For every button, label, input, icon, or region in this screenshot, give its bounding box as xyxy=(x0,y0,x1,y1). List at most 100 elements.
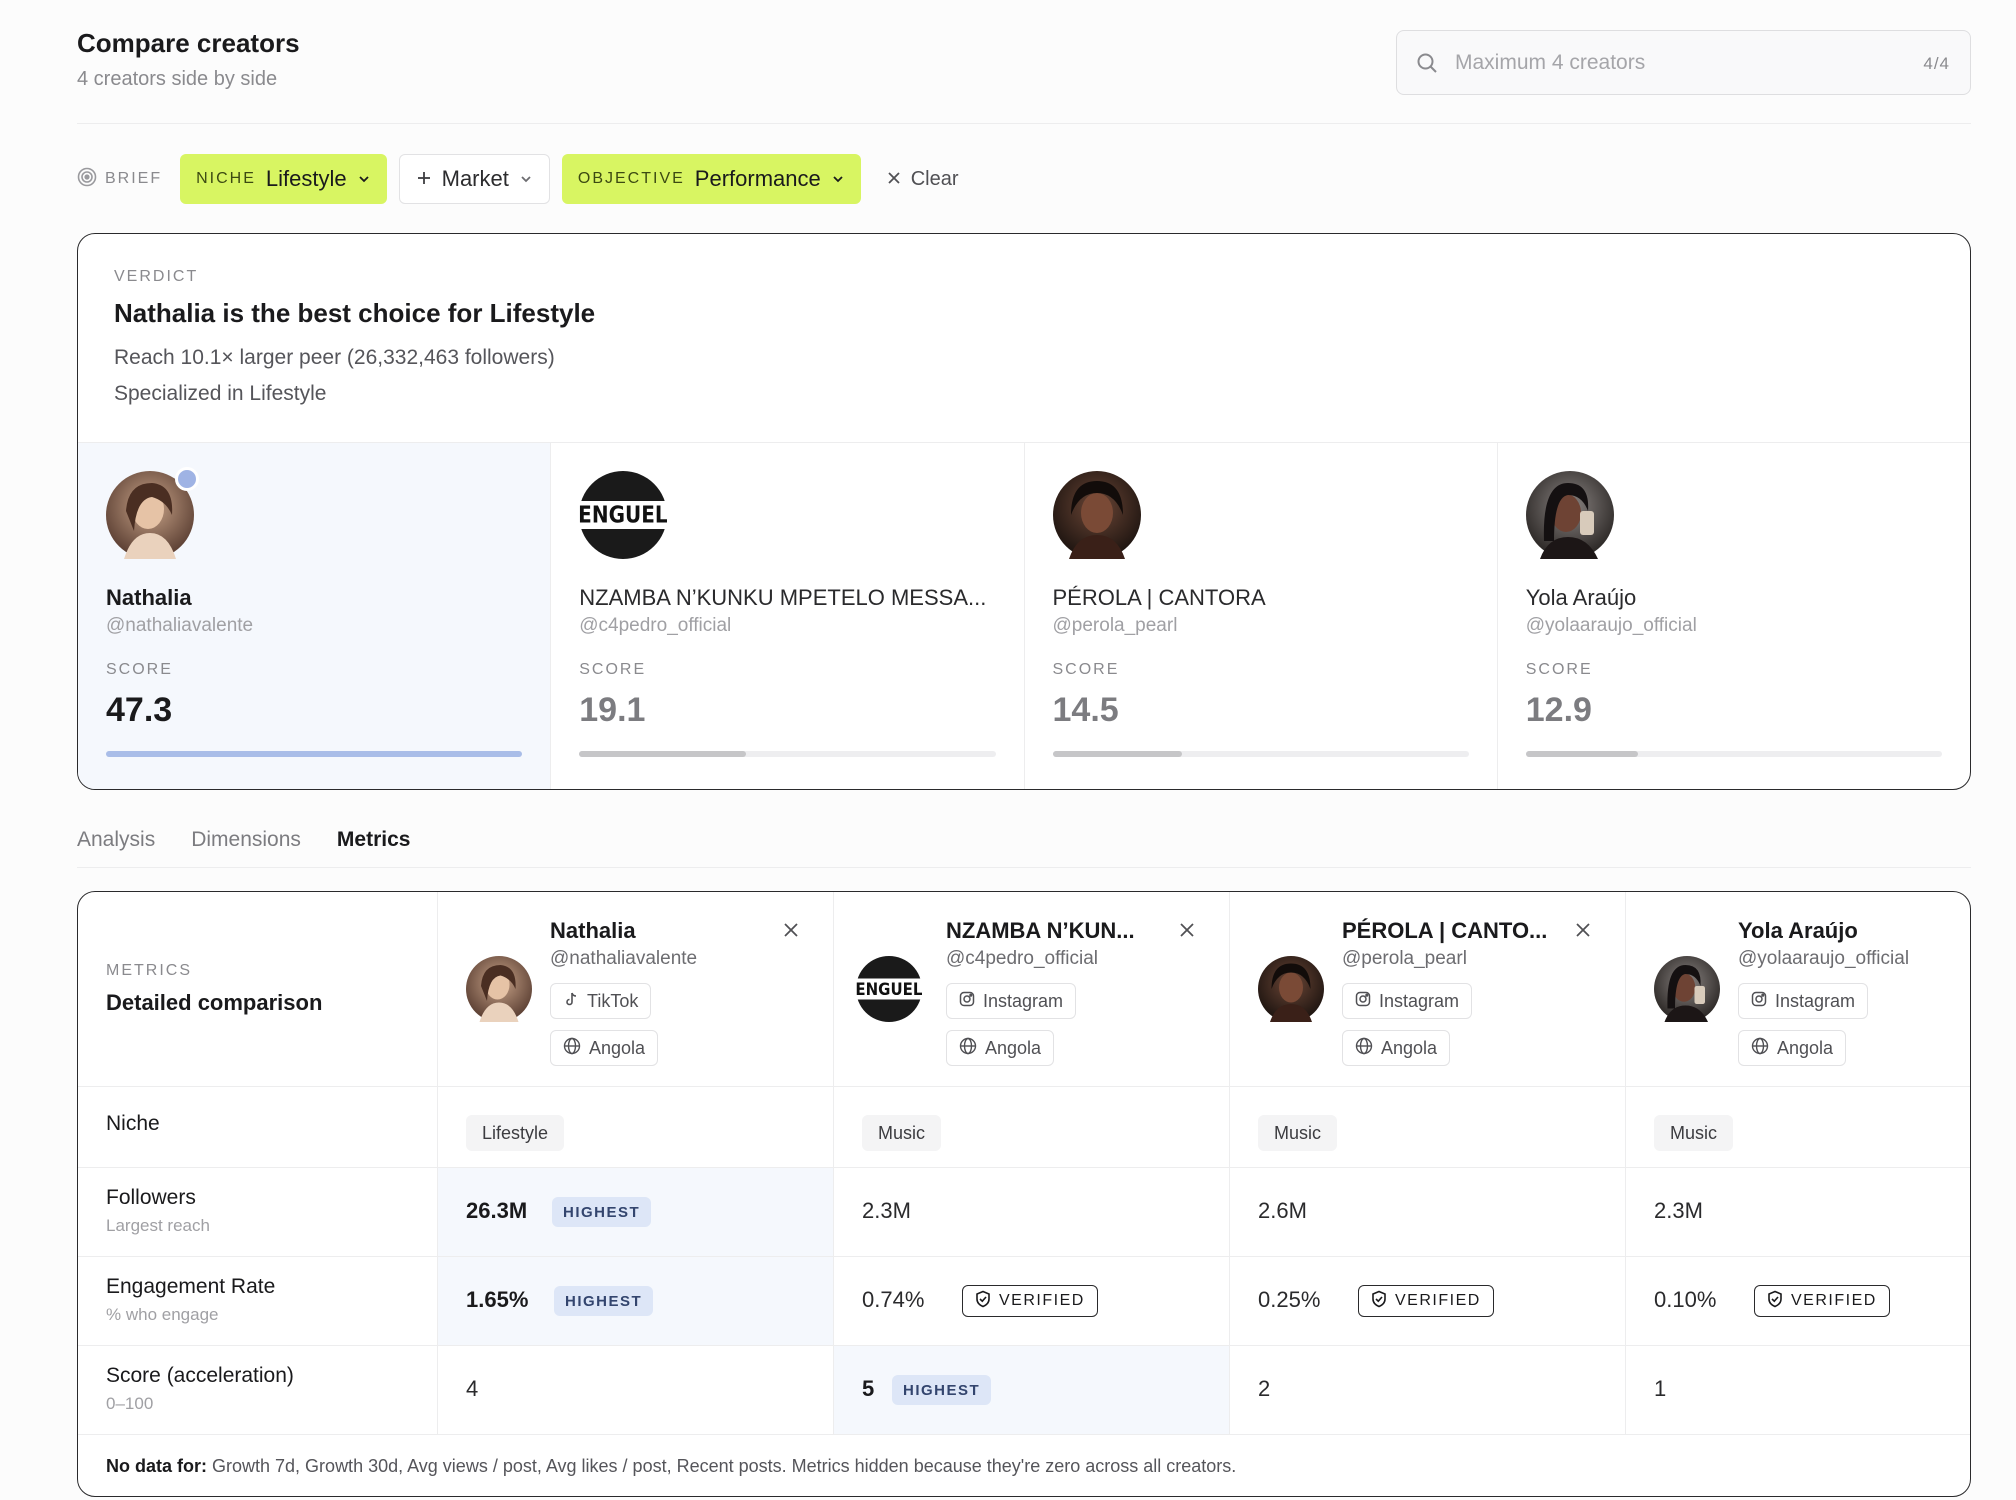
creator-score-card[interactable]: Yola Araújo @yolaaraujo_official SCORE 1… xyxy=(1498,443,1970,789)
creator-search-input[interactable]: Maximum 4 creators 4/4 xyxy=(1396,30,1971,95)
tab-analysis[interactable]: Analysis xyxy=(77,818,155,867)
highest-badge: HIGHEST xyxy=(552,1197,652,1227)
svg-text:BENGUELA: BENGUELA xyxy=(579,502,667,529)
creator-score: 19.1 xyxy=(579,691,646,729)
platform-pill: Instagram xyxy=(946,983,1077,1019)
tab-dimensions[interactable]: Dimensions xyxy=(191,818,301,867)
globe-icon xyxy=(1751,1037,1769,1060)
clear-filters-button[interactable]: Clear xyxy=(887,168,959,191)
remove-creator-button[interactable] xyxy=(1179,922,1195,943)
remove-creator-button[interactable] xyxy=(1575,922,1591,943)
table-row: Followers Largest reach 26.3M HIGHEST 2.… xyxy=(78,1168,1970,1257)
metric-value: 2 xyxy=(1258,1376,1271,1401)
close-icon xyxy=(1575,923,1591,942)
verdict-headline: Nathalia is the best choice for Lifestyl… xyxy=(114,298,596,328)
platform-pill: Instagram xyxy=(1738,983,1869,1019)
country-pill: Angola xyxy=(550,1030,659,1066)
niche-tag: Music xyxy=(1654,1115,1734,1151)
search-count: 4/4 xyxy=(1923,54,1950,73)
niche-tag: Music xyxy=(1258,1115,1338,1151)
creator-score: 47.3 xyxy=(106,691,173,729)
creator-column-header: BENGUELA NZAMBA N’KUN... @c4pedro_offici… xyxy=(834,892,1230,1086)
verified-badge: VERIFIED xyxy=(962,1285,1098,1317)
instagram-icon xyxy=(959,991,975,1012)
creator-handle: @yolaaraujo_official xyxy=(1525,615,1697,636)
metric-value: 2.3M xyxy=(862,1198,911,1223)
score-bar xyxy=(1052,751,1469,757)
highest-badge: HIGHEST xyxy=(892,1375,992,1405)
page-title: Compare creators xyxy=(77,28,300,58)
platform-pill: TikTok xyxy=(550,983,652,1019)
tab-metrics[interactable]: Metrics xyxy=(337,818,411,867)
creator-name: Yola Araújo xyxy=(1525,585,1637,610)
creator-handle: @perola_pearl xyxy=(1342,948,1467,969)
verified-badge: VERIFIED xyxy=(1754,1285,1890,1317)
table-row: Niche Lifestyle Music Music Music xyxy=(78,1087,1970,1168)
creator-score-card[interactable]: PÉROLA | CANTORA @perola_pearl SCORE 14.… xyxy=(1025,443,1498,789)
chevron-down-icon xyxy=(357,166,371,192)
avatar xyxy=(466,956,532,1027)
score-bar-fill xyxy=(1052,751,1182,757)
shield-check-icon xyxy=(975,1290,991,1313)
chevron-down-icon xyxy=(831,166,845,192)
objective-filter-chip[interactable]: OBJECTIVE Performance xyxy=(561,154,861,204)
avatar xyxy=(1052,471,1141,564)
score-bar xyxy=(1525,751,1942,757)
verdict-reason: Reach 10.1× larger peer (26,332,463 foll… xyxy=(114,346,555,369)
avatar xyxy=(1525,471,1614,564)
row-sublabel: % who engage xyxy=(106,1305,219,1324)
target-icon xyxy=(77,167,97,192)
market-filter-chip[interactable]: Market xyxy=(398,154,550,204)
niche-tag: Music xyxy=(862,1115,942,1151)
row-label: Engagement Rate xyxy=(106,1275,276,1298)
brief-bar: BRIEF NICHE Lifestyle Market OBJECTIVE P… xyxy=(77,154,959,204)
score-label: SCORE xyxy=(579,661,647,678)
table-header-row: METRICS Detailed comparison Nathalia @na… xyxy=(78,892,1970,1087)
avatar xyxy=(1654,956,1720,1027)
metrics-eyebrow: METRICS xyxy=(106,962,192,979)
score-label: SCORE xyxy=(106,661,173,678)
creator-name: Yola Araújo xyxy=(1738,918,1858,943)
niche-tag: Lifestyle xyxy=(466,1115,565,1151)
verdict-reason: Specialized in Lifestyle xyxy=(114,382,327,405)
metric-value: 2.6M xyxy=(1258,1198,1307,1223)
creator-column-header: Yola Araújo @yolaaraujo_official Instagr… xyxy=(1626,892,1970,1086)
creator-handle: @c4pedro_official xyxy=(579,615,732,636)
shield-check-icon xyxy=(1371,1290,1387,1313)
creator-score-card[interactable]: Nathalia @nathaliavalente SCORE 47.3 xyxy=(78,443,552,789)
creator-name: NZAMBA N’KUNKU MPETELO MESSA... xyxy=(579,585,987,610)
creator-score-card[interactable]: BENGUELA NZAMBA N’KUNKU MPETELO MESSA...… xyxy=(551,443,1025,789)
instagram-icon xyxy=(1355,991,1371,1012)
creator-name: Nathalia xyxy=(106,585,192,610)
avatar: BENGUELA xyxy=(844,956,935,1027)
metric-value: 5 xyxy=(862,1376,875,1401)
search-placeholder: Maximum 4 creators xyxy=(1455,51,1646,74)
svg-text:BENGUELA: BENGUELA xyxy=(856,979,922,999)
creator-handle: @nathaliavalente xyxy=(550,948,698,969)
row-sublabel: 0–100 xyxy=(106,1394,154,1413)
shield-check-icon xyxy=(1767,1290,1783,1313)
remove-creator-button[interactable] xyxy=(783,922,799,943)
row-label: Score (acceleration) xyxy=(106,1364,294,1387)
row-label: Niche xyxy=(106,1112,160,1135)
metric-value: 26.3M xyxy=(466,1198,528,1223)
globe-icon xyxy=(1355,1037,1373,1060)
avatar xyxy=(1258,956,1324,1027)
metric-value: 0.10% xyxy=(1654,1287,1717,1312)
score-label: SCORE xyxy=(1052,661,1120,678)
metric-value: 0.25% xyxy=(1258,1287,1321,1312)
metric-value: 4 xyxy=(466,1376,479,1401)
metrics-table: METRICS Detailed comparison Nathalia @na… xyxy=(77,891,1971,1497)
close-icon xyxy=(1179,923,1195,942)
score-label: SCORE xyxy=(1525,661,1593,678)
creator-name: NZAMBA N’KUN... xyxy=(946,918,1135,943)
metrics-heading: Detailed comparison xyxy=(106,990,323,1015)
niche-filter-chip[interactable]: NICHE Lifestyle xyxy=(180,154,387,204)
creator-name: Nathalia xyxy=(550,918,636,943)
creator-name: PÉROLA | CANTORA xyxy=(1052,585,1266,610)
metric-value: 1.65% xyxy=(466,1287,529,1312)
verdict-eyebrow: VERDICT xyxy=(114,268,199,285)
creator-handle: @perola_pearl xyxy=(1052,615,1178,636)
creator-name: PÉROLA | CANTO... xyxy=(1342,918,1548,943)
creator-handle: @yolaaraujo_official xyxy=(1738,948,1910,969)
